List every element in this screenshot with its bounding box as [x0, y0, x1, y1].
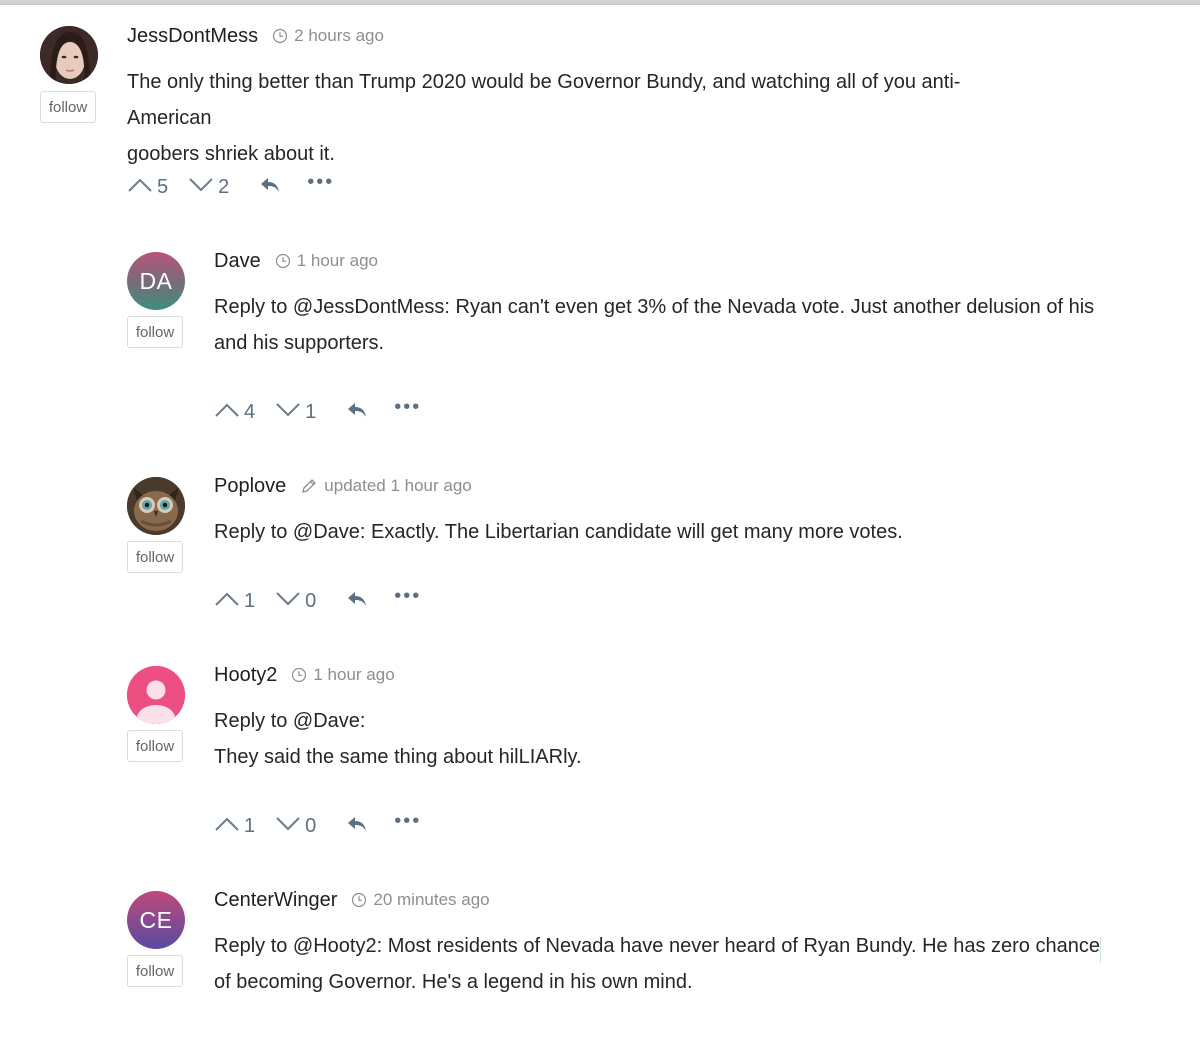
- comment-header: Poplove updated 1 hour ago: [214, 472, 472, 500]
- chevron-up-icon: [214, 816, 240, 837]
- chevron-down-icon: [275, 591, 301, 612]
- comment-header: Dave 1 hour ago: [214, 247, 378, 275]
- downvote-count: 0: [305, 589, 317, 612]
- avatar-initials: DA: [139, 267, 173, 294]
- comment-line: goobers shriek about it.: [127, 143, 335, 165]
- chevron-up-icon: [214, 402, 240, 423]
- follow-button[interactable]: follow: [127, 730, 183, 762]
- timestamp[interactable]: updated 1 hour ago: [324, 476, 471, 496]
- comment-line: of becoming Governor. He's a legend in h…: [214, 971, 693, 993]
- author-name[interactable]: Dave: [214, 250, 261, 273]
- comment-line: The only thing better than Trump 2020 wo…: [127, 71, 961, 129]
- comment-actions: 4 1 •••: [214, 397, 421, 427]
- chevron-down-icon: [275, 402, 301, 423]
- comment-actions: 1 0 •••: [214, 586, 421, 616]
- avatar[interactable]: [40, 26, 98, 84]
- avatar[interactable]: [127, 477, 185, 535]
- downvote-button[interactable]: 0: [275, 815, 316, 838]
- follow-button[interactable]: follow: [127, 955, 183, 987]
- upvote-count: 5: [157, 175, 169, 198]
- reply-arrow-icon: [346, 401, 368, 424]
- comment-line: Reply to @Dave: Exactly. The Libertarian…: [214, 521, 903, 543]
- avatar-initials: CE: [139, 906, 173, 933]
- comment-dave: DA follow Dave 1 hour ago Reply to @Jess…: [127, 247, 1127, 437]
- comment-header: Hooty2 1 hour ago: [214, 661, 395, 689]
- chevron-up-icon: [127, 177, 153, 198]
- upvote-button[interactable]: 1: [214, 590, 255, 613]
- pencil-icon: [300, 477, 318, 495]
- avatar[interactable]: DA: [127, 252, 185, 310]
- comment-centerwinger: CE follow CenterWinger 20 minutes ago Re…: [127, 886, 1127, 1036]
- comment-actions: 1 0 •••: [214, 811, 421, 841]
- comment-jessdontmess: follow JessDontMess 2 hours ago The only…: [40, 22, 1140, 212]
- comment-line: and his supporters.: [214, 332, 385, 354]
- more-dots-icon[interactable]: •••: [394, 397, 421, 417]
- author-name[interactable]: Hooty2: [214, 664, 277, 687]
- comment-actions: 5 2 •••: [127, 172, 334, 202]
- clock-icon: [275, 253, 291, 269]
- comment-body: Reply to @Hooty2: Most residents of Neva…: [214, 928, 1114, 1000]
- clock-icon: [272, 28, 288, 44]
- timestamp[interactable]: 20 minutes ago: [373, 890, 489, 910]
- reply-arrow-icon: [259, 176, 281, 199]
- comment-body: Reply to @JessDontMess: Ryan can't even …: [214, 289, 1114, 361]
- author-name[interactable]: JessDontMess: [127, 25, 258, 48]
- upvote-count: 4: [244, 400, 256, 423]
- clock-icon: [351, 892, 367, 908]
- comment-header: CenterWinger 20 minutes ago: [214, 886, 490, 914]
- downvote-button[interactable]: 2: [188, 176, 229, 199]
- follow-button[interactable]: follow: [127, 541, 183, 573]
- comment-line: Reply to @JessDontMess: Ryan can't even …: [214, 296, 1095, 318]
- downvote-button[interactable]: 1: [275, 401, 316, 424]
- timestamp[interactable]: 1 hour ago: [297, 251, 378, 271]
- comment-line: They said the same thing about hilLIARly…: [214, 746, 582, 768]
- top-border: [0, 0, 1200, 5]
- timestamp[interactable]: 2 hours ago: [294, 26, 384, 46]
- text-cursor: [1100, 937, 1101, 963]
- avatar[interactable]: CE: [127, 891, 185, 949]
- avatar[interactable]: [127, 666, 185, 724]
- upvote-button[interactable]: 5: [127, 176, 168, 199]
- upvote-count: 1: [244, 589, 256, 612]
- more-dots-icon[interactable]: •••: [394, 811, 421, 831]
- author-name[interactable]: CenterWinger: [214, 889, 337, 912]
- comment-hooty2: follow Hooty2 1 hour ago Reply to @Dave:…: [127, 661, 1127, 851]
- comment-header: JessDontMess 2 hours ago: [127, 22, 384, 50]
- comment-body: Reply to @Dave: They said the same thing…: [214, 703, 1114, 775]
- comment-body: Reply to @Dave: Exactly. The Libertarian…: [214, 514, 1114, 550]
- timestamp[interactable]: 1 hour ago: [313, 665, 394, 685]
- reply-button[interactable]: [259, 176, 281, 199]
- reply-arrow-icon: [346, 815, 368, 838]
- follow-button[interactable]: follow: [40, 91, 96, 123]
- comment-poplove: follow Poplove updated 1 hour ago Reply …: [127, 472, 1127, 632]
- more-dots-icon[interactable]: •••: [394, 586, 421, 606]
- comment-line: Reply to @Hooty2: Most residents of Neva…: [214, 935, 1100, 957]
- downvote-count: 0: [305, 814, 317, 837]
- reply-button[interactable]: [346, 590, 368, 613]
- chevron-up-icon: [214, 591, 240, 612]
- comment-body: The only thing better than Trump 2020 wo…: [127, 64, 1027, 172]
- more-dots-icon[interactable]: •••: [307, 172, 334, 192]
- upvote-button[interactable]: 1: [214, 815, 255, 838]
- downvote-count: 1: [305, 400, 317, 423]
- reply-button[interactable]: [346, 815, 368, 838]
- upvote-button[interactable]: 4: [214, 401, 255, 424]
- reply-button[interactable]: [346, 401, 368, 424]
- follow-button[interactable]: follow: [127, 316, 183, 348]
- reply-arrow-icon: [346, 590, 368, 613]
- chevron-down-icon: [188, 177, 214, 198]
- comment-line: Reply to @Dave:: [214, 710, 366, 732]
- author-name[interactable]: Poplove: [214, 475, 286, 498]
- chevron-down-icon: [275, 816, 301, 837]
- clock-icon: [291, 667, 307, 683]
- downvote-count: 2: [218, 175, 230, 198]
- upvote-count: 1: [244, 814, 256, 837]
- downvote-button[interactable]: 0: [275, 590, 316, 613]
